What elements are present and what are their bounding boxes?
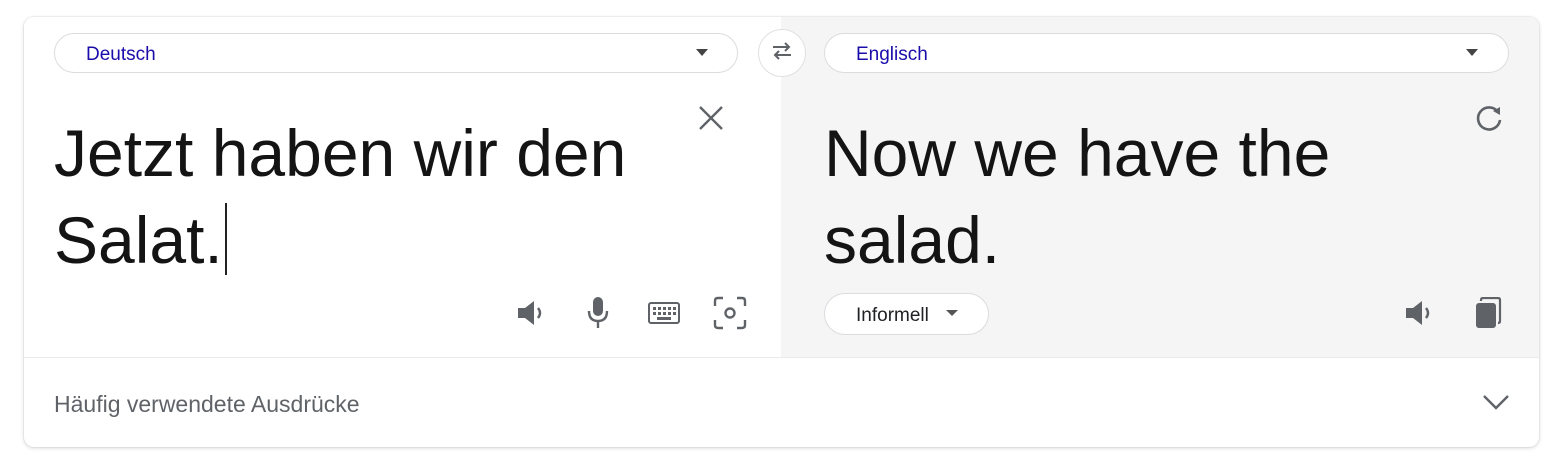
caret-down-icon bbox=[946, 310, 958, 316]
target-language-label: Englisch bbox=[856, 44, 928, 65]
formality-label: Informell bbox=[856, 305, 929, 326]
source-language-select[interactable]: Deutsch bbox=[54, 33, 738, 73]
caret-down-icon bbox=[696, 49, 708, 56]
camera-scan-icon[interactable] bbox=[710, 293, 750, 333]
swap-languages-button[interactable] bbox=[758, 29, 806, 77]
swap-arrows-icon bbox=[771, 41, 793, 66]
caret-down-icon bbox=[1466, 49, 1478, 56]
refresh-icon[interactable] bbox=[1469, 101, 1509, 137]
translated-text: Now we have the salad. bbox=[824, 116, 1331, 277]
chevron-down-icon bbox=[1482, 393, 1510, 416]
source-language-label: Deutsch bbox=[86, 44, 156, 65]
source-pane: Deutsch Jetzt haben wir den Salat. bbox=[24, 17, 781, 357]
microphone-icon[interactable] bbox=[580, 293, 616, 333]
common-phrases-label: Häufig verwendete Ausdrücke bbox=[54, 391, 360, 417]
keyboard-icon[interactable] bbox=[644, 297, 684, 329]
common-phrases-toggle[interactable]: Häufig verwendete Ausdrücke bbox=[24, 358, 1539, 447]
text-cursor bbox=[224, 203, 227, 275]
target-language-select[interactable]: Englisch bbox=[824, 33, 1509, 73]
speaker-icon[interactable] bbox=[1402, 295, 1438, 331]
formality-select[interactable]: Informell bbox=[824, 293, 989, 335]
speaker-icon[interactable] bbox=[514, 295, 550, 331]
translate-widget: Deutsch Jetzt haben wir den Salat. Engli… bbox=[24, 17, 1539, 447]
source-text: Jetzt haben wir den Salat. bbox=[54, 116, 627, 277]
source-text-area[interactable]: Jetzt haben wir den Salat. bbox=[54, 110, 734, 284]
copy-icon[interactable] bbox=[1470, 293, 1506, 333]
